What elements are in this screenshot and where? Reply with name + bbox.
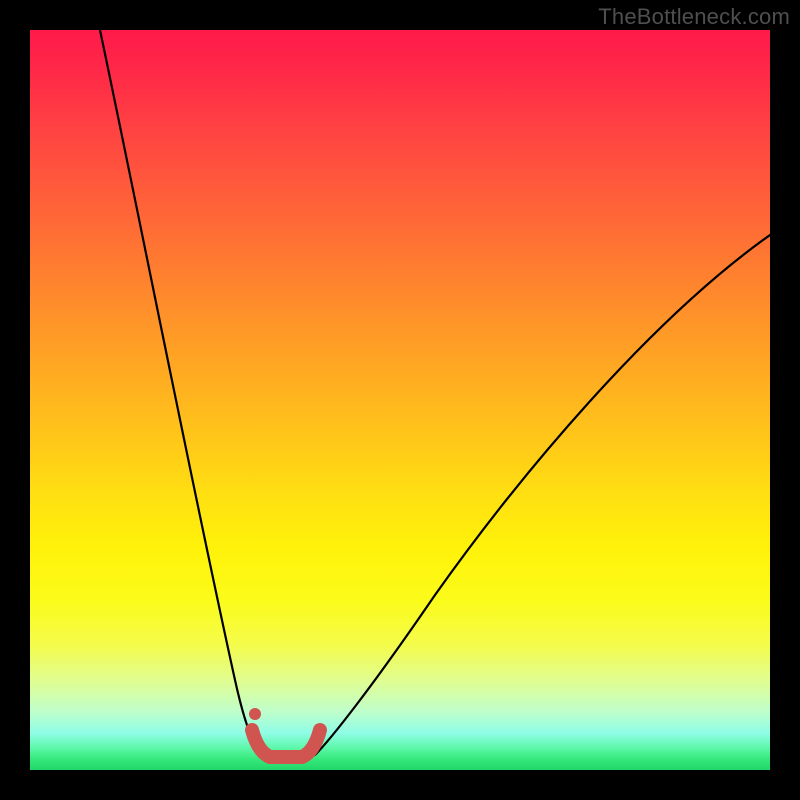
watermark-text: TheBottleneck.com [598, 4, 790, 30]
trough-dot [249, 708, 261, 720]
left-curve [100, 30, 262, 755]
chart-frame: TheBottleneck.com [0, 0, 800, 800]
plot-area [30, 30, 770, 770]
trough-highlight [252, 730, 320, 757]
curve-layer [30, 30, 770, 770]
right-curve [315, 235, 770, 755]
